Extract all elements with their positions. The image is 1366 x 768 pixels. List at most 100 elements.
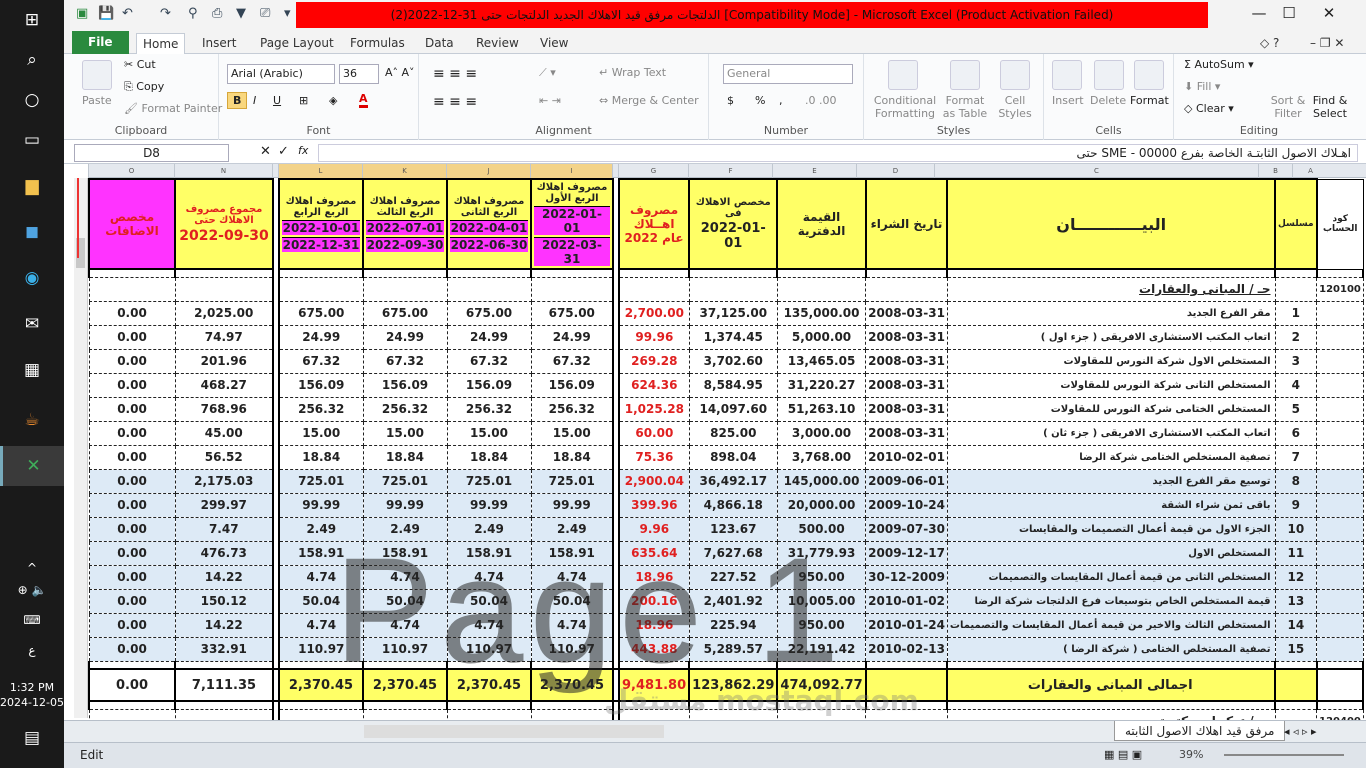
purchase-date-cell[interactable]: 30-12-2009 bbox=[865, 564, 948, 590]
expense-cell[interactable]: 75.36 bbox=[618, 444, 690, 470]
search-icon[interactable]: ⌕ bbox=[0, 40, 64, 80]
purchase-date-cell[interactable]: 2010-01-24 bbox=[865, 612, 948, 638]
q1-cell[interactable]: 50.04 bbox=[530, 588, 614, 614]
header-provision[interactable]: مخصص الاهلاك فى 2022-01-01 bbox=[688, 178, 779, 270]
confirm-formula-icon[interactable]: ✓ bbox=[278, 144, 289, 159]
ribbon-window-controls[interactable]: – ❐ ✕ bbox=[1304, 33, 1350, 54]
book-value-cell[interactable]: 13,465.05 bbox=[776, 348, 867, 374]
maximize-icon[interactable]: ☐ bbox=[1274, 4, 1304, 22]
q1-cell[interactable]: 156.09 bbox=[530, 372, 614, 398]
account-code-cell[interactable] bbox=[1316, 348, 1364, 374]
q1-cell[interactable]: 18.84 bbox=[530, 444, 614, 470]
header-account-code[interactable]: كود الحساب bbox=[1316, 178, 1364, 270]
header-purchase-date[interactable]: تاريخ الشراء bbox=[864, 178, 949, 270]
filter-icon[interactable]: ▼ bbox=[236, 6, 246, 21]
book-value-cell[interactable]: 135,000.00 bbox=[776, 300, 867, 326]
description-cell[interactable]: اتعاب المكتب الاستشارى الافريقى ( جزء او… bbox=[946, 324, 1276, 350]
purchase-date-cell[interactable]: 2010-01-02 bbox=[865, 588, 948, 614]
q1-cell[interactable]: 158.91 bbox=[530, 540, 614, 566]
col-header[interactable]: G bbox=[618, 164, 688, 178]
description-cell[interactable]: المستخلص الاول bbox=[946, 540, 1276, 566]
q3-cell[interactable]: 15.00 bbox=[362, 420, 448, 446]
q2-cell[interactable]: 156.09 bbox=[446, 372, 532, 398]
currency-button[interactable]: $ bbox=[727, 94, 734, 107]
description-cell[interactable]: باقى ثمن شراء الشقة bbox=[946, 492, 1276, 518]
font-size-select[interactable]: 36 bbox=[339, 64, 379, 84]
expense-cell[interactable]: 2,900.04 bbox=[618, 468, 690, 494]
description-cell[interactable]: المستخلص الثانى من قيمة أعمال المقايسات … bbox=[946, 564, 1276, 590]
account-code-cell[interactable] bbox=[1316, 468, 1364, 494]
copy-button[interactable]: ⎘ Copy bbox=[124, 80, 164, 94]
accumulated-cell[interactable]: 201.96 bbox=[174, 348, 274, 374]
q3-cell[interactable]: 67.32 bbox=[362, 348, 448, 374]
provision-cell[interactable]: 14,097.60 bbox=[688, 396, 778, 422]
q4-cell[interactable]: 67.32 bbox=[278, 348, 364, 374]
underline-button[interactable]: U bbox=[273, 94, 281, 107]
cell[interactable] bbox=[618, 276, 690, 302]
q2-cell[interactable]: 24.99 bbox=[446, 324, 532, 350]
q4-cell[interactable]: 24.99 bbox=[278, 324, 364, 350]
q1-cell[interactable]: 2.49 bbox=[530, 516, 614, 542]
book-value-cell[interactable]: 22,191.42 bbox=[776, 636, 867, 662]
purchase-date-cell[interactable]: 2008-03-31 bbox=[865, 300, 948, 326]
mail-icon[interactable]: ✉ bbox=[0, 304, 64, 344]
cell[interactable] bbox=[776, 276, 867, 302]
provision-cell[interactable]: 8,584.95 bbox=[688, 372, 778, 398]
print-icon[interactable]: ⎚ bbox=[260, 6, 270, 21]
total-additions[interactable]: 0.00 bbox=[88, 668, 176, 702]
q1-cell[interactable]: 110.97 bbox=[530, 636, 614, 662]
provision-cell[interactable]: 37,125.00 bbox=[688, 300, 778, 326]
provision-cell[interactable]: 3,702.60 bbox=[688, 348, 778, 374]
col-header[interactable]: E bbox=[772, 164, 856, 178]
book-value-cell[interactable]: 31,779.93 bbox=[776, 540, 867, 566]
q3-cell[interactable]: 24.99 bbox=[362, 324, 448, 350]
sheet-nav-icon[interactable]: ◂ ◃ ▹ ▸ bbox=[1284, 725, 1317, 738]
q4-cell[interactable]: 158.91 bbox=[278, 540, 364, 566]
conditional-formatting-button[interactable]: Conditional Formatting bbox=[870, 94, 940, 120]
worksheet[interactable]: O N L K J I G F E D C B A مخصص الاضافات … bbox=[64, 164, 1366, 720]
total-q2[interactable]: 2,370.45 bbox=[446, 668, 532, 702]
delete-button[interactable]: Delete bbox=[1090, 94, 1126, 107]
account-code-cell[interactable] bbox=[1316, 492, 1364, 518]
purchase-date-cell[interactable]: 2009-12-17 bbox=[865, 540, 948, 566]
provision-cell[interactable]: 7,627.68 bbox=[688, 540, 778, 566]
book-value-cell[interactable]: 5,000.00 bbox=[776, 324, 867, 350]
provision-cell[interactable]: 2,401.92 bbox=[688, 588, 778, 614]
q2-cell[interactable]: 4.74 bbox=[446, 612, 532, 638]
cell-styles-icon[interactable] bbox=[1000, 60, 1030, 90]
description-cell[interactable]: تصفية المستخلص الختامى شركة الرضا bbox=[946, 444, 1276, 470]
account-code-cell[interactable] bbox=[1316, 444, 1364, 470]
account-code-cell[interactable] bbox=[1316, 324, 1364, 350]
q4-cell[interactable]: 99.99 bbox=[278, 492, 364, 518]
q4-cell[interactable]: 675.00 bbox=[278, 300, 364, 326]
expense-cell[interactable]: 635.64 bbox=[618, 540, 690, 566]
redo-icon[interactable]: ↷ bbox=[160, 6, 171, 21]
excel-icon[interactable]: ✕ bbox=[0, 446, 64, 486]
additions-cell[interactable]: 0.00 bbox=[88, 588, 176, 614]
format-table-icon[interactable] bbox=[950, 60, 980, 90]
file-explorer-icon[interactable]: ▆ bbox=[0, 166, 64, 206]
cell-styles-button[interactable]: Cell Styles bbox=[994, 94, 1036, 120]
expense-cell[interactable]: 18.96 bbox=[618, 564, 690, 590]
format-button[interactable]: Format bbox=[1130, 94, 1169, 107]
accumulated-cell[interactable]: 45.00 bbox=[174, 420, 274, 446]
q4-cell[interactable]: 110.97 bbox=[278, 636, 364, 662]
accumulated-cell[interactable]: 332.91 bbox=[174, 636, 274, 662]
serial-cell[interactable]: 7 bbox=[1274, 444, 1318, 470]
q2-cell[interactable]: 675.00 bbox=[446, 300, 532, 326]
additions-cell[interactable]: 0.00 bbox=[88, 564, 176, 590]
cell[interactable] bbox=[88, 276, 176, 302]
cell[interactable] bbox=[446, 276, 532, 302]
expense-cell[interactable]: 1,025.28 bbox=[618, 396, 690, 422]
provision-cell[interactable]: 5,289.57 bbox=[688, 636, 778, 662]
book-value-cell[interactable]: 10,005.00 bbox=[776, 588, 867, 614]
purchase-date-cell[interactable]: 2008-03-31 bbox=[865, 396, 948, 422]
q4-cell[interactable]: 256.32 bbox=[278, 396, 364, 422]
q3-cell[interactable]: 256.32 bbox=[362, 396, 448, 422]
expense-cell[interactable]: 9.96 bbox=[618, 516, 690, 542]
additions-cell[interactable]: 0.00 bbox=[88, 348, 176, 374]
col-header[interactable]: F bbox=[688, 164, 772, 178]
q2-cell[interactable]: 4.74 bbox=[446, 564, 532, 590]
q3-cell[interactable]: 18.84 bbox=[362, 444, 448, 470]
clock[interactable]: 1:32 PM 2024-12-05 bbox=[0, 680, 64, 710]
